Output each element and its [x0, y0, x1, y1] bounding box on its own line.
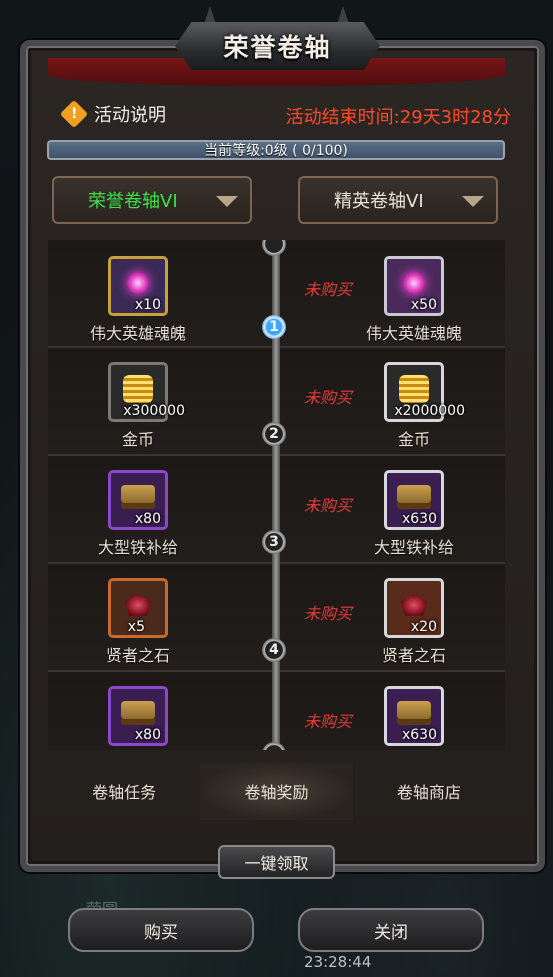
- level-node: 3: [262, 530, 286, 554]
- reward-item-right[interactable]: x630 大型铁补给: [354, 470, 474, 558]
- claim-all-button[interactable]: 一键领取: [218, 845, 335, 879]
- supply-chest-icon: [397, 700, 431, 725]
- soul-orb-icon: [403, 271, 425, 294]
- activity-info-label: 活动说明: [94, 105, 166, 126]
- unbought-status: 未购买: [304, 496, 353, 515]
- warning-icon: !: [59, 99, 89, 129]
- level-node-active: 1: [262, 315, 286, 339]
- item-quantity: x20: [410, 619, 437, 635]
- unbought-status: 未购买: [304, 388, 353, 407]
- item-name: 金币: [121, 430, 154, 449]
- supply-chest-icon: [397, 484, 431, 509]
- item-quantity: x5: [127, 619, 145, 635]
- item-slot: x630: [384, 686, 444, 746]
- reward-item-left[interactable]: x80: [78, 686, 198, 746]
- level-progress-text: 当前等级:0级 ( 0/100): [204, 143, 348, 159]
- item-name: 大型铁补给: [97, 538, 178, 557]
- item-name: 大型铁补给: [373, 538, 454, 557]
- soul-orb-icon: [127, 271, 149, 294]
- clock: 23:28:44: [304, 953, 372, 971]
- item-name: 伟大英雄魂魄: [365, 324, 462, 343]
- item-quantity: x80: [134, 511, 161, 527]
- reward-item-left[interactable]: x5 贤者之石: [78, 578, 198, 666]
- page-title: 荣誉卷轴: [223, 33, 332, 62]
- activity-info-button[interactable]: ! 活动说明: [59, 99, 166, 129]
- tab-scroll-tasks[interactable]: 卷轴任务: [48, 762, 200, 820]
- item-slot: x10: [108, 256, 168, 316]
- reward-list[interactable]: x10 伟大英雄魂魄 未购买 x50 伟大英雄魂魄 x300000 金币 未购买…: [48, 240, 505, 750]
- event-end-time: 活动结束时间:29天3时28分: [285, 107, 511, 128]
- item-name: 贤者之石: [105, 646, 170, 665]
- reward-item-right[interactable]: x20 贤者之石: [354, 578, 474, 666]
- item-quantity: x80: [134, 727, 161, 743]
- item-slot: x300000: [108, 362, 185, 422]
- item-slot: x630: [384, 470, 444, 530]
- item-name: 伟大英雄魂魄: [89, 324, 186, 343]
- item-slot: x5: [108, 578, 168, 638]
- sage-stone-icon: [125, 593, 151, 616]
- gold-coins-icon: [123, 374, 153, 403]
- scroll-tabs: 卷轴任务 卷轴奖励 卷轴商店: [48, 762, 505, 820]
- honor-scroll-dropdown-label: 荣誉卷轴VI: [88, 191, 178, 212]
- item-slot: x80: [108, 686, 168, 746]
- item-slot: x2000000: [384, 362, 465, 422]
- close-button[interactable]: 关闭: [298, 908, 484, 952]
- chevron-down-icon: [462, 196, 484, 207]
- unbought-status: 未购买: [304, 604, 353, 623]
- level-node: 4: [262, 638, 286, 662]
- reward-item-left[interactable]: x80 大型铁补给: [78, 470, 198, 558]
- title-plate: 荣誉卷轴: [175, 22, 380, 70]
- item-quantity: x10: [134, 297, 161, 313]
- level-node: 2: [262, 422, 286, 446]
- item-quantity: x2000000: [394, 403, 465, 419]
- item-slot: x80: [108, 470, 168, 530]
- honor-scroll-dropdown[interactable]: 荣誉卷轴VI: [52, 176, 252, 224]
- item-name: 贤者之石: [381, 646, 446, 665]
- item-quantity: x300000: [123, 403, 185, 419]
- item-slot: x20: [384, 578, 444, 638]
- reward-item-right[interactable]: x50 伟大英雄魂魄: [354, 256, 474, 344]
- item-name: 金币: [397, 430, 430, 449]
- reward-item-right[interactable]: x630: [354, 686, 474, 746]
- sage-stone-icon: [401, 593, 427, 616]
- buy-button[interactable]: 购买: [68, 908, 254, 952]
- item-slot: x50: [384, 256, 444, 316]
- reward-item-left[interactable]: x300000 金币: [78, 362, 198, 450]
- chevron-down-icon: [216, 196, 238, 207]
- tab-scroll-rewards[interactable]: 卷轴奖励: [200, 762, 353, 820]
- unbought-status: 未购买: [304, 280, 353, 299]
- tab-scroll-shop[interactable]: 卷轴商店: [353, 762, 505, 820]
- elite-scroll-dropdown-label: 精英卷轴VI: [334, 191, 424, 212]
- item-quantity: x50: [410, 297, 437, 313]
- reward-item-left[interactable]: x10 伟大英雄魂魄: [78, 256, 198, 344]
- item-quantity: x630: [401, 727, 437, 743]
- unbought-status: 未购买: [304, 712, 353, 731]
- reward-item-right[interactable]: x2000000 金币: [354, 362, 474, 450]
- gold-coins-icon: [399, 374, 429, 403]
- supply-chest-icon: [121, 700, 155, 725]
- level-progress-bar: 当前等级:0级 ( 0/100): [47, 140, 505, 160]
- item-quantity: x630: [401, 511, 437, 527]
- elite-scroll-dropdown[interactable]: 精英卷轴VI: [298, 176, 498, 224]
- supply-chest-icon: [121, 484, 155, 509]
